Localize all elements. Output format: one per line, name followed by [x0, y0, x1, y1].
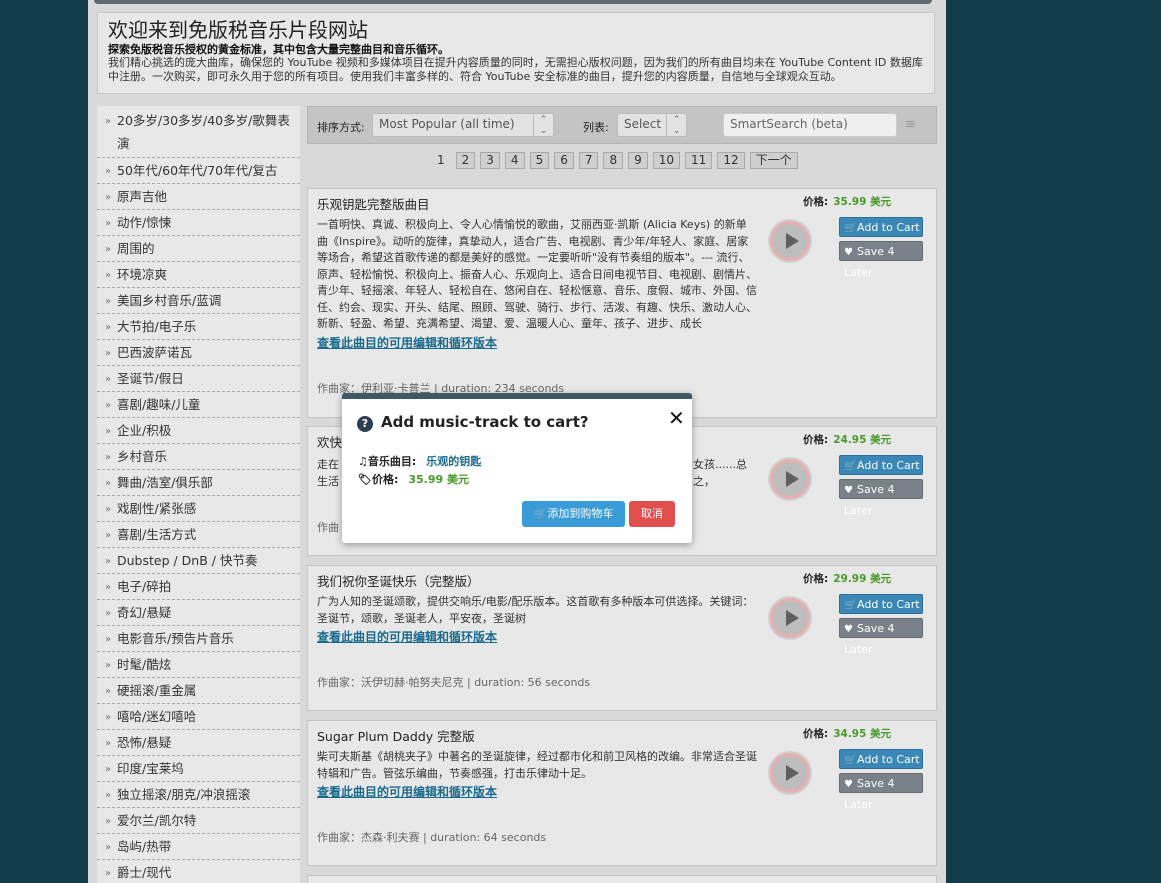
add-to-cart-dialog: ? Add music-track to cart? ✕ ♫音乐曲目: 乐观的钥匙… — [342, 393, 692, 543]
dialog-track-value: 乐观的钥匙 — [426, 455, 482, 468]
dialog-track-label: 音乐曲目: — [367, 455, 417, 468]
dialog-price-value: 35.99 美元 — [408, 473, 469, 486]
question-icon: ? — [357, 416, 373, 432]
tag-icon: 🏷 — [358, 473, 372, 486]
dialog-price-row: 🏷价格: 35.99 美元 — [358, 471, 469, 487]
dialog-track-row: ♫音乐曲目: 乐观的钥匙 — [358, 453, 481, 469]
dialog-title: Add music-track to cart? — [381, 413, 589, 431]
modal-layer: ? Add music-track to cart? ✕ ♫音乐曲目: 乐观的钥匙… — [0, 0, 1161, 883]
cart-icon: 🛒 — [533, 507, 548, 520]
dialog-price-label: 价格: — [371, 473, 399, 486]
music-note-icon: ♫ — [358, 455, 368, 468]
close-icon[interactable]: ✕ — [668, 408, 685, 428]
confirm-add-label: 添加到购物车 — [547, 507, 614, 520]
confirm-add-button[interactable]: 🛒添加到购物车 — [522, 501, 625, 527]
cancel-button[interactable]: 取消 — [629, 501, 675, 527]
